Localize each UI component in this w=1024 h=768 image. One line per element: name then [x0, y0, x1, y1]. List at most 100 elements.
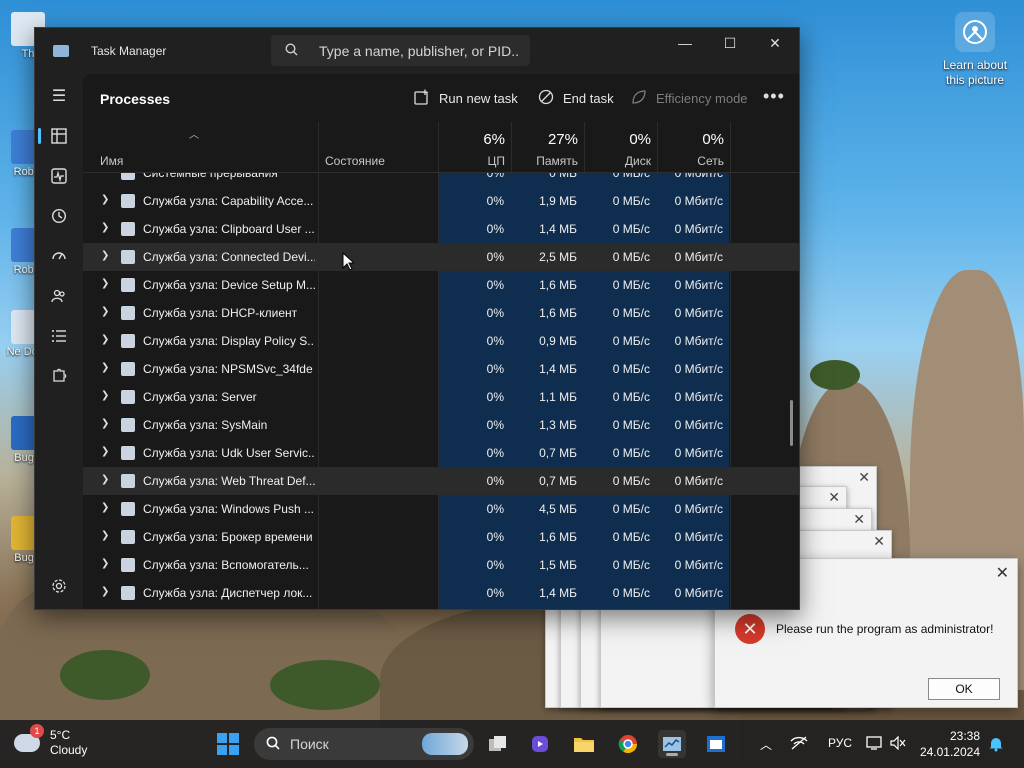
task-view-button[interactable]: [484, 730, 512, 758]
process-row[interactable]: ❯ Служба узла: Windows Push ... 0% 4,5 МБ 0 …: [83, 495, 799, 523]
process-row[interactable]: ❯ Служба узла: Диспетчер лок... 0% 1,4 МБ 0 …: [83, 579, 799, 607]
close-icon[interactable]: ✕: [828, 489, 840, 506]
process-cpu-value: 0%: [486, 250, 504, 264]
expand-chevron-icon[interactable]: ❯: [101, 334, 109, 345]
search-box[interactable]: [271, 35, 530, 66]
process-row[interactable]: ❯ Служба узла: Вспомогатель... 0% 1,5 МБ 0 М…: [83, 551, 799, 579]
process-row[interactable]: ❯ Служба узла: Device Setup M... 0% 1,6 МБ 0…: [83, 271, 799, 299]
details-nav-icon[interactable]: [41, 318, 77, 354]
process-row[interactable]: ❯ Служба узла: NPSMSvc_34fde 0% 1,4 МБ 0 МБ/…: [83, 355, 799, 383]
column-header-name[interactable]: Имя: [100, 154, 123, 168]
column-header-network[interactable]: 0% Сеть: [654, 131, 724, 168]
language-indicator[interactable]: РУС: [828, 736, 852, 750]
performance-nav-icon[interactable]: [41, 158, 77, 194]
process-cpu-value: 0%: [486, 362, 504, 376]
minimize-button[interactable]: —: [662, 28, 708, 58]
process-mem-value: 1,3 МБ: [539, 418, 577, 432]
chat-app-button[interactable]: [526, 730, 554, 758]
processes-nav-icon[interactable]: [38, 118, 77, 154]
services-nav-icon[interactable]: [41, 358, 77, 394]
process-row[interactable]: ❯ Служба узла: Web Threat Def... 0% 0,7 МБ 0…: [83, 467, 799, 495]
more-options-icon[interactable]: •••: [763, 86, 785, 107]
close-icon[interactable]: ✕: [858, 469, 870, 486]
end-task-label: End task: [563, 91, 614, 106]
title-bar[interactable]: Task Manager — ☐ ✕: [35, 28, 799, 74]
start-button[interactable]: [214, 730, 242, 758]
chrome-button[interactable]: [614, 730, 642, 758]
service-host-icon: [121, 173, 135, 180]
expand-chevron-icon[interactable]: ❯: [101, 390, 109, 401]
process-name: Служба узла: Server: [143, 390, 257, 404]
taskbar-search[interactable]: Поиск: [254, 728, 474, 760]
expand-chevron-icon[interactable]: ❯: [101, 250, 109, 261]
hamburger-menu-icon[interactable]: ☰: [41, 78, 77, 114]
expand-chevron-icon[interactable]: ❯: [101, 194, 109, 205]
app-history-nav-icon[interactable]: [41, 198, 77, 234]
process-row[interactable]: ❯ Служба узла: DHCP-клиент 0% 1,6 МБ 0 МБ/с 0…: [83, 299, 799, 327]
process-mem-value: 1,4 МБ: [539, 362, 577, 376]
efficiency-mode-label: Efficiency mode: [656, 91, 748, 106]
process-row[interactable]: ❯ Служба узла: Udk User Servic... 0% 0,7 МБ…: [83, 439, 799, 467]
end-task-button[interactable]: End task: [537, 89, 614, 108]
process-net-value: 0 Мбит/с: [674, 502, 723, 516]
process-row[interactable]: ❯ Служба узла: Capability Acce... 0% 1,9 МБ…: [83, 187, 799, 215]
expand-chevron-icon[interactable]: ❯: [101, 306, 109, 317]
process-mem-value: 1,4 МБ: [539, 586, 577, 600]
expand-chevron-icon[interactable]: ❯: [101, 222, 109, 233]
expand-chevron-icon[interactable]: ❯: [101, 502, 109, 513]
expand-chevron-icon[interactable]: ❯: [101, 474, 109, 485]
expand-chevron-icon[interactable]: ❯: [101, 530, 109, 541]
display-icon[interactable]: [866, 736, 882, 753]
column-header-status[interactable]: Состояние: [325, 154, 385, 168]
close-icon[interactable]: ✕: [996, 563, 1009, 583]
process-row[interactable]: ❯ Служба узла: SysMain 0% 1,3 МБ 0 МБ/с 0 Мби…: [83, 411, 799, 439]
process-name: Системные прерывания: [143, 173, 278, 180]
show-hidden-icons-chevron-icon[interactable]: ︿: [760, 736, 772, 753]
expand-chevron-icon[interactable]: ❯: [101, 418, 109, 429]
search-input[interactable]: [317, 41, 521, 60]
run-new-task-button[interactable]: Run new task: [413, 89, 518, 108]
notifications-bell-icon[interactable]: [988, 736, 1004, 755]
expand-chevron-icon[interactable]: ❯: [101, 362, 109, 373]
users-nav-icon[interactable]: [41, 278, 77, 314]
windows-logo-icon: [217, 733, 239, 755]
process-row[interactable]: Системные прерывания 0% 0 МБ 0 МБ/с 0 Мбит/с: [83, 173, 799, 187]
learn-about-picture[interactable]: Learn about this picture: [935, 12, 1015, 88]
process-cpu-value: 0%: [486, 558, 504, 572]
close-icon[interactable]: ✕: [873, 533, 885, 550]
process-cpu-value: 0%: [486, 586, 504, 600]
expand-chevron-icon[interactable]: ❯: [101, 278, 109, 289]
weather-widget[interactable]: 1 5°C Cloudy: [14, 724, 87, 758]
column-header-cpu[interactable]: 6% ЦП: [435, 131, 505, 168]
speaker-muted-icon[interactable]: [890, 735, 906, 753]
task-manager-taskbar-button[interactable]: [658, 730, 686, 758]
process-disk-value: 0 МБ/с: [612, 390, 650, 404]
app-window-button[interactable]: [702, 730, 730, 758]
process-cpu-value: 0%: [486, 222, 504, 236]
close-icon[interactable]: ✕: [853, 511, 865, 528]
column-header-memory[interactable]: 27% Память: [508, 131, 578, 168]
process-row[interactable]: ❯ Служба узла: Server 0% 1,1 МБ 0 МБ/с 0 Мбит…: [83, 383, 799, 411]
sort-caret-icon[interactable]: ︿: [189, 126, 199, 141]
scrollbar-thumb[interactable]: [790, 400, 793, 446]
folder-icon: [574, 738, 594, 752]
ok-button[interactable]: OK: [928, 678, 1000, 700]
clock[interactable]: 23:38 24.01.2024: [914, 728, 980, 760]
process-disk-value: 0 МБ/с: [612, 446, 650, 460]
maximize-button[interactable]: ☐: [707, 28, 753, 58]
efficiency-mode-button[interactable]: Efficiency mode: [630, 89, 748, 108]
process-row[interactable]: ❯ Служба узла: Clipboard User ... 0% 1,4 МБ…: [83, 215, 799, 243]
settings-gear-icon[interactable]: [41, 568, 77, 604]
process-row[interactable]: ❯ Служба узла: Display Policy S... 0% 0,9 М…: [83, 327, 799, 355]
column-header-disk[interactable]: 0% Диск: [581, 131, 651, 168]
process-row[interactable]: ❯ Служба узла: Connected Devi... 0% 2,5 МБ 0…: [83, 243, 799, 271]
file-explorer-button[interactable]: [570, 730, 598, 758]
expand-chevron-icon[interactable]: ❯: [101, 558, 109, 569]
weather-temperature: 5°C: [50, 728, 71, 742]
expand-chevron-icon[interactable]: ❯: [101, 446, 109, 457]
startup-apps-nav-icon[interactable]: [41, 238, 77, 274]
close-button[interactable]: ✕: [752, 28, 798, 58]
process-row[interactable]: ❯ Служба узла: Брокер времени 0% 1,6 МБ 0 МБ…: [83, 523, 799, 551]
network-off-icon[interactable]: [790, 736, 808, 753]
expand-chevron-icon[interactable]: ❯: [101, 586, 109, 597]
